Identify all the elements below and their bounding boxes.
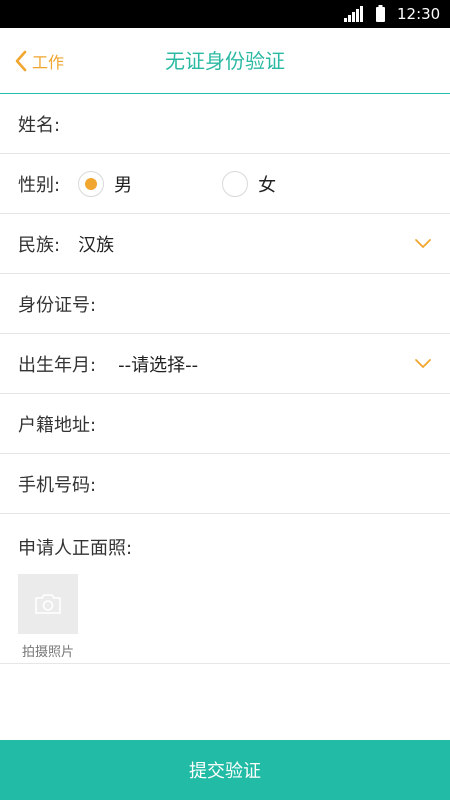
address-label: 户籍地址: — [18, 414, 97, 436]
id-number-label: 身份证号: — [18, 294, 97, 316]
birth-value: --请选择-- — [118, 354, 199, 376]
signal-icon — [344, 6, 363, 22]
camera-icon — [35, 594, 61, 614]
gender-option-male[interactable]: 男 — [78, 170, 133, 197]
id-number-field[interactable]: 身份证号: — [0, 274, 450, 334]
gender-radio-group: 男 女 — [78, 170, 277, 197]
battery-icon — [376, 5, 385, 22]
name-label: 姓名: — [18, 114, 61, 136]
page-title: 无证身份验证 — [165, 49, 285, 73]
ethnicity-select[interactable]: 民族: 汉族 — [0, 214, 450, 274]
phone-label: 手机号码: — [18, 474, 97, 496]
phone-field[interactable]: 手机号码: — [0, 454, 450, 514]
chevron-down-icon — [415, 239, 431, 248]
photo-caption: 拍摄照片 — [21, 645, 74, 660]
radio-selected-icon — [78, 170, 105, 197]
gender-option-label: 女 — [258, 174, 277, 196]
status-bar: 12:30 — [0, 0, 450, 28]
submit-button[interactable]: 提交验证 — [0, 740, 450, 800]
radio-dot — [85, 177, 98, 190]
verification-form: 姓名: 性别: 男 女 民族: 汉族 身份证号: 出生年月: --请选择-- 户… — [0, 94, 450, 664]
radio-unselected-icon — [222, 170, 249, 197]
gender-field: 性别: 男 女 — [0, 154, 450, 214]
gender-label: 性别: — [18, 174, 61, 196]
gender-option-label: 男 — [114, 174, 133, 196]
take-photo-button[interactable] — [18, 574, 78, 634]
gender-option-female[interactable]: 女 — [222, 170, 277, 197]
chevron-down-icon — [415, 359, 431, 368]
address-field[interactable]: 户籍地址: — [0, 394, 450, 454]
nav-bar: 工作 无证身份验证 — [0, 28, 450, 94]
name-field[interactable]: 姓名: — [0, 94, 450, 154]
ethnicity-label: 民族: — [18, 234, 61, 256]
status-time: 12:30 — [397, 5, 441, 23]
birth-date-select[interactable]: 出生年月: --请选择-- — [0, 334, 450, 394]
photo-label: 申请人正面照: — [18, 538, 133, 559]
photo-section: 申请人正面照: 拍摄照片 — [0, 514, 450, 664]
birth-label: 出生年月: — [18, 354, 97, 376]
ethnicity-value: 汉族 — [78, 234, 115, 256]
